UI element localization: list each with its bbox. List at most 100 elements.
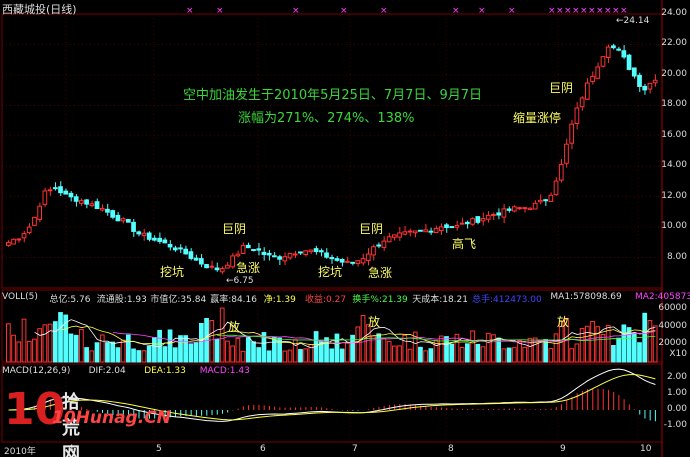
volume-bar — [225, 340, 230, 363]
volume-bar — [115, 347, 121, 363]
candle — [47, 189, 53, 192]
volume-bar — [407, 348, 413, 363]
candle — [52, 187, 58, 190]
volume-bar — [256, 347, 262, 363]
volume-bar — [621, 324, 627, 363]
volume-bar — [584, 325, 590, 363]
volume-bar — [475, 343, 481, 363]
candle — [240, 244, 246, 254]
candle — [548, 194, 554, 202]
volume-bar — [47, 323, 53, 363]
candle — [454, 224, 460, 228]
volume-bar — [42, 324, 48, 363]
candle — [172, 247, 178, 251]
candle — [99, 207, 105, 211]
candle — [298, 251, 303, 254]
candle — [360, 258, 366, 264]
volume-bar — [480, 346, 486, 363]
volume-info-item: 换手%:21.39 — [352, 295, 408, 305]
chart-note: 放 — [368, 315, 381, 329]
volume-bar — [272, 336, 277, 363]
chart-note: 急涨 — [368, 266, 393, 280]
price-tick-label: 12.00 — [661, 190, 687, 201]
volume-bar — [282, 350, 288, 363]
volume-info-item: 总亿:5.76 — [49, 295, 91, 305]
candle — [58, 186, 63, 194]
chart-note: 放 — [557, 315, 570, 329]
candle — [37, 205, 43, 221]
volume-bar — [334, 333, 340, 363]
volume-bar — [292, 339, 298, 363]
volume-bar — [511, 347, 517, 363]
volume-bar — [470, 330, 475, 363]
candle — [79, 200, 84, 204]
candle — [272, 255, 277, 258]
candle — [198, 258, 204, 265]
volume-bar — [172, 347, 178, 363]
volume-info-item: 市值亿:35.84 — [150, 295, 207, 305]
volume-bar — [11, 334, 16, 363]
volume-bar — [193, 342, 199, 363]
volume-bar — [590, 321, 595, 363]
volume-bar — [183, 335, 189, 363]
candle — [110, 210, 116, 218]
volume-bar — [616, 337, 621, 363]
price-tick-label: 22.00 — [661, 38, 687, 49]
candle — [391, 234, 397, 238]
candle — [558, 163, 564, 181]
chart-note: 放 — [228, 320, 241, 334]
event-marker: × — [564, 6, 572, 16]
volume-bar — [553, 333, 559, 363]
candle — [152, 237, 157, 241]
volume-bar — [141, 350, 147, 363]
volume-bar — [84, 347, 89, 363]
volume-bar — [136, 350, 142, 363]
candle — [11, 238, 16, 245]
candle — [642, 85, 648, 91]
event-marker: × — [340, 6, 348, 16]
volume-bar — [125, 334, 131, 363]
volume-bar — [287, 349, 293, 363]
candle — [183, 248, 189, 255]
volume-bar — [402, 334, 408, 363]
candle — [569, 123, 575, 144]
volume-bar — [89, 350, 95, 363]
candle — [480, 218, 486, 222]
event-marker: × — [556, 6, 564, 16]
volume-info-item: MA1:578098.69 — [550, 292, 622, 302]
low-price-label: ←6.75 — [226, 276, 254, 286]
candle — [376, 244, 382, 247]
candle — [219, 268, 225, 273]
candle — [324, 252, 329, 258]
candle — [506, 208, 512, 211]
site-logo: 10 拾荒网 10Hunag.CN — [4, 384, 171, 457]
event-marker: × — [596, 6, 604, 16]
event-marker: × — [380, 6, 388, 16]
volume-bar — [167, 329, 173, 363]
candle — [89, 203, 95, 206]
event-marker: × — [508, 6, 516, 16]
chart-note: 高飞 — [452, 237, 477, 251]
candle — [381, 240, 387, 248]
candle — [652, 79, 658, 84]
candle — [32, 216, 37, 226]
candle — [21, 233, 27, 239]
candle — [245, 244, 251, 249]
volume-info-item: 收益:0.27 — [305, 295, 347, 305]
volume-bar — [626, 327, 632, 363]
volume-bar — [58, 312, 63, 363]
candle — [538, 199, 543, 203]
macd-tick-label: 1.00 — [666, 388, 687, 398]
candle — [444, 224, 449, 228]
candle — [616, 48, 621, 51]
volume-bar — [386, 340, 392, 363]
event-marker: × — [216, 6, 224, 16]
candle — [553, 180, 559, 196]
volume-info-item: VOLL(5) — [2, 292, 38, 302]
candle — [209, 265, 215, 268]
candle — [251, 248, 256, 251]
volume-tick-label: 60000 — [658, 302, 687, 313]
candle — [626, 54, 632, 70]
candle — [42, 190, 48, 205]
volume-bar — [543, 339, 548, 363]
